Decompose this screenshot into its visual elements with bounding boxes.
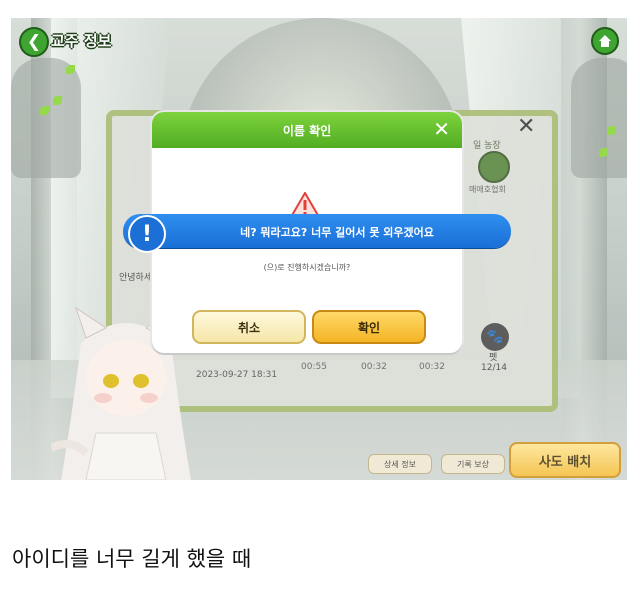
info-icon: ! — [128, 215, 166, 253]
home-icon[interactable] — [591, 27, 619, 55]
toast-message: 네? 뭐라고요? 너무 길어서 못 외우겠어요 — [240, 226, 434, 239]
confirm-button[interactable]: 확인 — [312, 310, 426, 344]
back-arrow-icon[interactable]: ❮ — [19, 27, 49, 57]
caption-text: 아이디를 너무 길게 했을 때 — [12, 547, 252, 571]
close-icon[interactable]: ✕ — [433, 117, 450, 141]
confirm-question: (으)로 진행하시겠습니까? — [263, 263, 351, 272]
page-title: 교주 정보 — [51, 32, 112, 50]
cancel-button[interactable]: 취소 — [192, 310, 306, 344]
dialog-title: 이름 확인 — [282, 124, 332, 138]
